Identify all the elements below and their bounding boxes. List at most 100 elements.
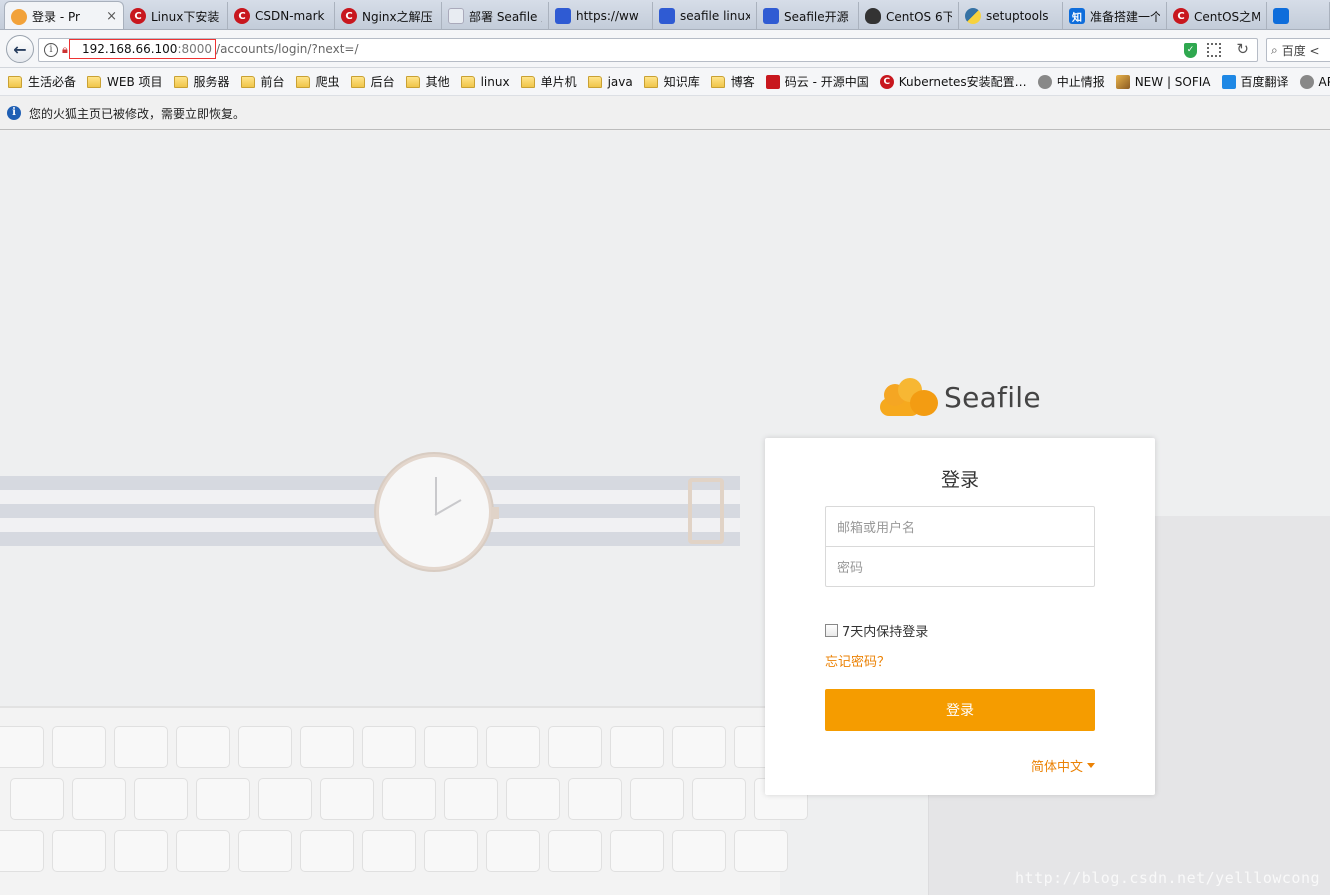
folder-icon (8, 75, 22, 88)
bookmark-folder[interactable]: linux (460, 75, 510, 89)
globe-icon (1037, 74, 1052, 89)
bookmark-folder[interactable]: 前台 (240, 73, 285, 90)
shield-icon[interactable]: ✓ (1184, 43, 1197, 58)
bookmark-folder[interactable]: 知识库 (643, 73, 700, 90)
browser-tab[interactable]: C Linux下安装 (124, 2, 228, 29)
bookmark-label: 博客 (730, 75, 755, 89)
logo-text: Seafile (944, 380, 1041, 414)
bookmark-item[interactable]: API (1299, 74, 1330, 89)
background-key (320, 778, 374, 820)
tab-favicon-icon (965, 8, 981, 24)
browser-tab[interactable]: 部署 Seafile 服务 (442, 2, 549, 29)
url-path: /accounts/login/?next=/ (216, 42, 359, 56)
bookmark-folder[interactable]: WEB 项目 (87, 73, 163, 90)
background-key (176, 726, 230, 768)
background-watch-strap (0, 476, 740, 548)
browser-tab[interactable]: C CentOS之M (1167, 2, 1267, 29)
browser-tab[interactable]: C Nginx之解压 (335, 2, 442, 29)
folder-icon (643, 75, 658, 88)
folder-icon (460, 75, 475, 88)
url-text[interactable]: 192.168.66.100:8000/accounts/login/?next… (69, 39, 359, 59)
browser-tab[interactable]: seafile linux (653, 2, 757, 29)
browser-tab[interactable]: CentOS 6下 (859, 2, 959, 29)
bookmark-favicon-icon (1115, 74, 1130, 89)
seafile-logo: Seafile (878, 376, 1041, 418)
notification-bar: i 您的火狐主页已被修改，需要立即恢复。 (0, 97, 1330, 130)
password-input[interactable]: 密码 (825, 546, 1095, 587)
browser-tab[interactable]: C CSDN-mark (228, 2, 335, 29)
tab-favicon-icon: C (234, 8, 250, 24)
browser-tab-overflow[interactable] (1267, 2, 1330, 29)
bookmarks-toolbar: 生活必备 WEB 项目 服务器 前台 爬虫 后台 其他 linux 单片机 java 知识库 博客 码云… (0, 68, 1330, 96)
bookmark-label: 生活必备 (28, 75, 77, 89)
forgot-password-link[interactable]: 忘记密码？ (825, 651, 890, 670)
tab-favicon-icon (865, 8, 881, 24)
background-key (382, 778, 436, 820)
language-label: 简体中文 (1030, 760, 1083, 775)
search-box[interactable]: ⌕ 百度 < (1266, 38, 1330, 62)
background-key (424, 726, 478, 768)
browser-tab[interactable]: https://ww (549, 2, 653, 29)
tab-favicon-icon: C (341, 8, 357, 24)
folder-icon (240, 75, 255, 88)
browser-tab[interactable]: 知准备搭建一个 (1063, 2, 1167, 29)
back-button[interactable]: ← (6, 35, 34, 63)
folder-icon (173, 75, 188, 88)
arrow-left-icon: ← (13, 39, 27, 59)
tab-favicon-icon (448, 8, 464, 24)
background-key (486, 726, 540, 768)
background-key (672, 726, 726, 768)
folder-icon (405, 75, 420, 88)
background-key (196, 778, 250, 820)
address-bar[interactable]: i 🔒︎ 192.168.66.100:8000/accounts/login/… (38, 38, 1258, 62)
remember-me[interactable]: 7天内保持登录 (825, 621, 928, 640)
background-key (424, 830, 478, 872)
background-key (0, 830, 44, 872)
username-input[interactable]: 邮箱或用户名 (825, 506, 1095, 547)
bookmark-folder[interactable]: java (587, 75, 633, 89)
username-placeholder: 邮箱或用户名 (837, 521, 916, 536)
background-keyboard (0, 706, 808, 895)
navigation-bar: ← i 🔒︎ 192.168.66.100:8000/accounts/logi… (0, 30, 1330, 68)
tab-favicon-icon (1273, 8, 1289, 24)
info-icon[interactable]: i (44, 43, 58, 57)
bookmark-folder[interactable]: 其他 (405, 73, 450, 90)
bookmark-folder[interactable]: 服务器 (173, 73, 230, 90)
browser-tab[interactable]: setuptools (959, 2, 1063, 29)
remember-checkbox[interactable] (825, 624, 838, 637)
folder-icon (710, 75, 725, 88)
browser-tab[interactable]: Seafile开源 (757, 2, 859, 29)
bookmark-folder[interactable]: 单片机 (520, 73, 577, 90)
bookmark-item[interactable]: NEW | SOFIA (1115, 74, 1211, 89)
bookmark-folder[interactable]: 爬虫 (295, 73, 340, 90)
bookmark-item[interactable]: C Kubernetes安装配置… (879, 73, 1027, 90)
browser-tab[interactable]: 登录 - Pr × (4, 1, 124, 29)
qr-code-icon[interactable] (1207, 43, 1221, 57)
url-port: :8000 (177, 42, 213, 56)
reload-icon[interactable]: ↻ (1236, 40, 1249, 58)
cloud-logo-icon (878, 376, 942, 418)
login-panel: 登录 邮箱或用户名 密码 7天内保持登录 忘记密码？ 登录 简体中文 (765, 438, 1155, 795)
tab-label: CentOS之M (1194, 9, 1260, 24)
bookmark-label: 知识库 (663, 75, 700, 89)
bookmark-folder[interactable]: 后台 (350, 73, 395, 90)
bookmark-item[interactable]: 码云 - 开源中国 (765, 73, 869, 90)
background-key (10, 778, 64, 820)
close-icon[interactable]: × (106, 9, 117, 24)
background-key (238, 830, 292, 872)
language-selector[interactable]: 简体中文 (1031, 756, 1095, 775)
bookmark-favicon-icon (1221, 74, 1236, 89)
bookmark-label: 单片机 (540, 75, 577, 89)
bookmark-folder[interactable]: 博客 (710, 73, 755, 90)
tab-label: 部署 Seafile 服务 (469, 9, 542, 24)
background-key (672, 830, 726, 872)
remember-label: 7天内保持登录 (842, 625, 929, 640)
bookmark-folder[interactable]: 生活必备 (8, 73, 76, 90)
globe-icon (1299, 74, 1314, 89)
login-button[interactable]: 登录 (825, 689, 1095, 731)
caret-down-icon (1087, 763, 1095, 768)
background-key (134, 778, 188, 820)
bookmark-item[interactable]: 中止情报 (1037, 73, 1105, 90)
background-key (114, 830, 168, 872)
bookmark-item[interactable]: 百度翻译 (1221, 73, 1289, 90)
